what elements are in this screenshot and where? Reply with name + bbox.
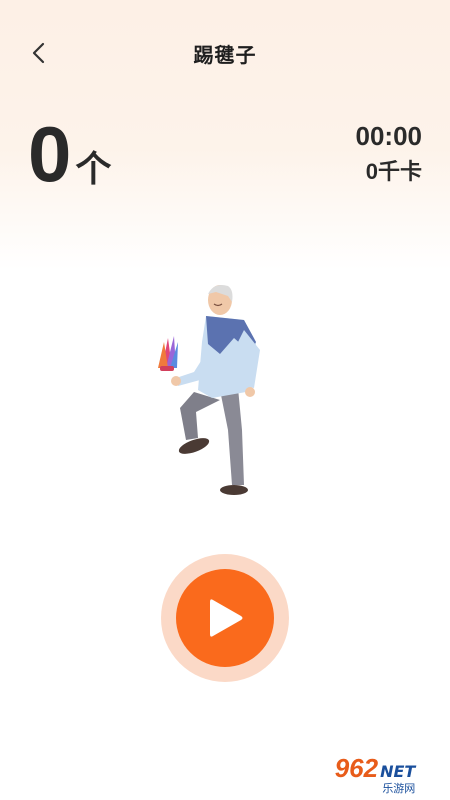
back-button[interactable] [24,38,54,68]
count-value: 0 [28,110,72,198]
play-icon [210,599,243,637]
count-unit: 个 [75,149,112,190]
play-button-ring [161,554,289,682]
app-header: 踢毽子 [0,30,450,76]
watermark-brand: 962 [334,752,379,783]
elapsed-time: 00:00 [355,121,423,151]
chevron-left-icon [32,42,45,64]
watermark-suffix: NET [380,761,416,781]
time-calorie-panel: 00:00 0千卡 [356,120,423,188]
shuttlecock-icon [158,336,178,371]
kicking-illustration [150,280,270,500]
page-title: 踢毽子 [193,42,257,67]
play-button[interactable] [176,569,274,667]
calories-burned: 0千卡 [365,159,422,184]
kick-count: 0 个 [28,110,111,198]
watermark-sub: 乐游网 [382,781,416,795]
stats-panel: 0 个 00:00 0千卡 [0,110,450,200]
site-watermark: 962 NET 乐游网 [306,752,444,795]
